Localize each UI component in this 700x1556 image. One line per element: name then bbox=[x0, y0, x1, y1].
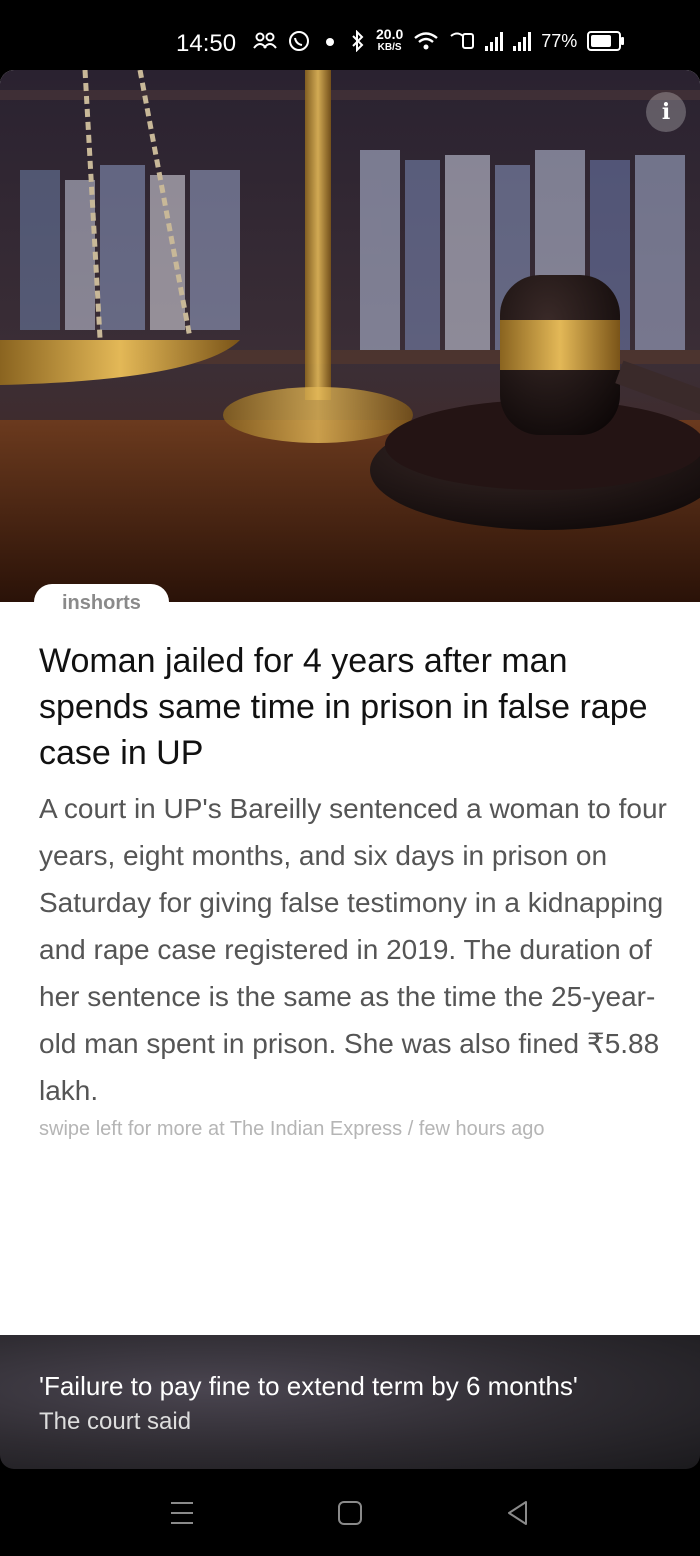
home-square-icon bbox=[338, 1501, 362, 1525]
status-bar: 14:50 20.0 KB/S 77% bbox=[0, 0, 700, 70]
signal-icon-sim2 bbox=[513, 31, 532, 51]
brand-tab: inshorts bbox=[34, 584, 169, 624]
article-headline[interactable]: Woman jailed for 4 years after man spend… bbox=[39, 638, 659, 776]
signal-icon-sim1 bbox=[485, 31, 504, 51]
notification-dot-icon bbox=[326, 38, 334, 46]
info-button[interactable]: i bbox=[646, 92, 686, 132]
wifi-icon bbox=[414, 32, 439, 50]
news-card[interactable]: i inshorts Woman jailed for 4 years afte… bbox=[0, 70, 700, 1335]
status-icons: 20.0 KB/S 77% bbox=[252, 26, 625, 54]
speed-value: 20.0 bbox=[376, 26, 404, 42]
gavel-and-scales-illustration bbox=[0, 70, 700, 602]
quote-title: 'Failure to pay fine to extend term by 6… bbox=[39, 1371, 578, 1401]
recent-apps-button[interactable] bbox=[162, 1495, 202, 1531]
info-icon: i bbox=[661, 99, 671, 125]
battery-icon bbox=[587, 31, 625, 51]
group-icon bbox=[253, 32, 277, 49]
source-link[interactable]: swipe left for more at The Indian Expres… bbox=[39, 1118, 544, 1141]
menu-icon bbox=[171, 1502, 193, 1524]
volte-icon bbox=[450, 32, 475, 49]
back-button[interactable] bbox=[498, 1495, 538, 1531]
article-body: A court in UP's Bareilly sentenced a wom… bbox=[39, 793, 667, 1106]
article-image[interactable]: i bbox=[0, 70, 700, 602]
back-triangle-icon bbox=[508, 1501, 527, 1525]
home-button[interactable] bbox=[330, 1495, 370, 1531]
battery-percent: 77% bbox=[541, 30, 578, 51]
whatsapp-icon bbox=[289, 31, 309, 51]
status-time: 14:50 bbox=[176, 30, 237, 57]
bluetooth-icon bbox=[352, 30, 364, 52]
navigation-bar bbox=[0, 1469, 700, 1556]
network-speed: 20.0 KB/S bbox=[376, 26, 404, 54]
related-quote-banner[interactable]: 'Failure to pay fine to extend term by 6… bbox=[0, 1335, 700, 1469]
quote-subtitle: The court said bbox=[39, 1408, 192, 1435]
speed-unit: KB/S bbox=[377, 42, 402, 53]
